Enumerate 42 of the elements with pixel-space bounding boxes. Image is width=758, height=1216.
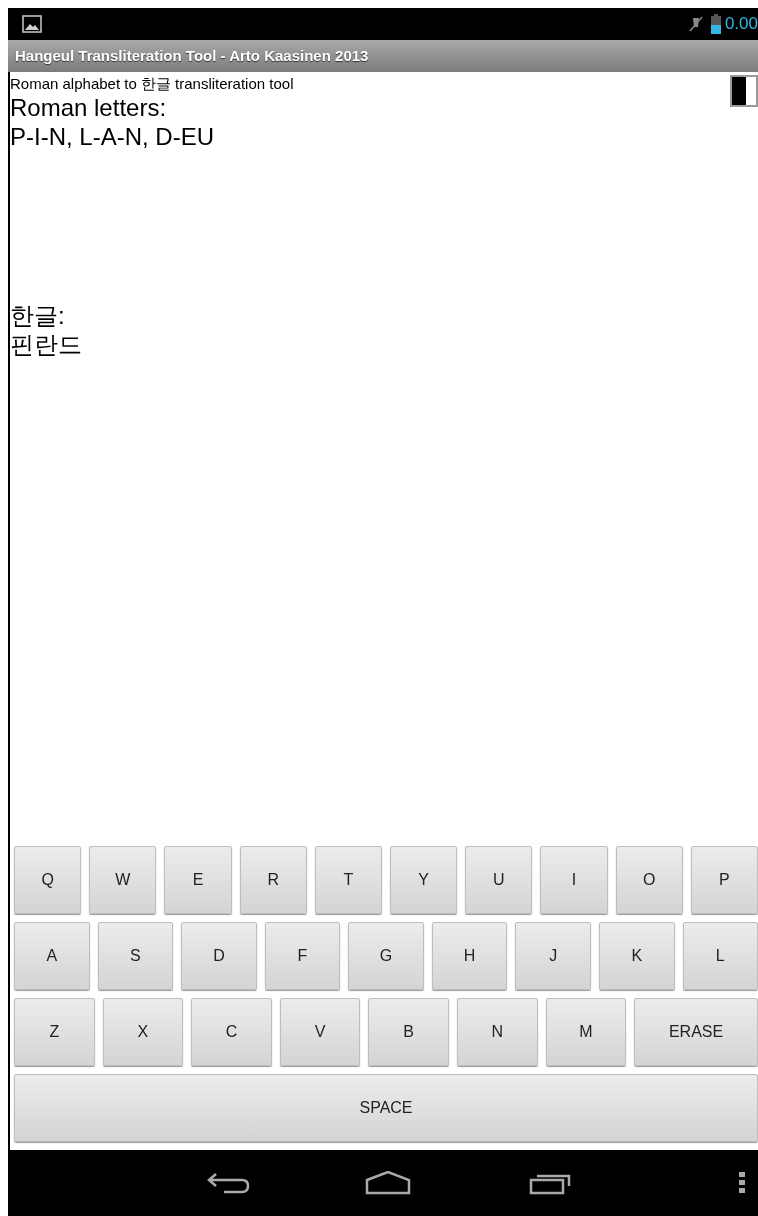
letter-key[interactable]: G <box>348 922 424 990</box>
letter-key[interactable]: R <box>239 846 307 914</box>
letter-key[interactable]: K <box>598 922 675 990</box>
letter-key[interactable]: P <box>690 846 758 914</box>
letter-key[interactable]: J <box>515 922 591 990</box>
letter-key[interactable]: S <box>97 922 174 990</box>
picture-icon <box>22 15 42 33</box>
letter-key[interactable]: N <box>456 998 538 1066</box>
letter-key[interactable]: Q <box>14 846 82 914</box>
mute-icon <box>688 15 703 33</box>
letter-key[interactable]: A <box>14 922 90 990</box>
overflow-menu-icon[interactable] <box>738 1171 746 1195</box>
letter-key[interactable]: X <box>102 998 184 1066</box>
window-title: Hangeul Transliteration Tool - Arto Kaasinen 2013 <box>15 45 369 66</box>
letter-key[interactable]: B <box>368 998 449 1066</box>
letter-key[interactable]: H <box>431 922 508 990</box>
letter-key[interactable]: Y <box>390 846 458 914</box>
letter-key[interactable]: I <box>540 846 608 914</box>
toggle-switch[interactable] <box>730 75 758 107</box>
letter-key[interactable]: M <box>545 998 627 1066</box>
letter-key[interactable]: O <box>615 846 683 914</box>
battery-icon <box>710 14 721 34</box>
home-icon[interactable] <box>365 1171 411 1195</box>
roman-letters-label: Roman letters: <box>10 93 168 122</box>
letter-key[interactable]: F <box>264 922 341 990</box>
battery-text: 0.00 <box>724 13 758 36</box>
letter-key[interactable]: Z <box>14 998 95 1066</box>
subtitle-text: Roman alphabet to 한글 transliteration tool <box>10 75 294 93</box>
space-key[interactable]: SPACE <box>14 1074 758 1142</box>
letter-key[interactable]: U <box>465 846 533 914</box>
hangul-value: 핀란드 <box>10 330 83 359</box>
roman-letters-value: P-I-N, L-A-N, D-EU <box>10 122 215 151</box>
erase-key[interactable]: ERASE <box>634 998 758 1066</box>
letter-key[interactable]: T <box>314 846 382 914</box>
letter-key[interactable]: C <box>191 998 272 1066</box>
letter-key[interactable]: W <box>89 846 157 914</box>
letter-key[interactable]: E <box>164 846 232 914</box>
letter-key[interactable]: L <box>682 922 758 990</box>
hangul-label: 한글: <box>10 301 66 330</box>
back-icon[interactable] <box>206 1171 250 1195</box>
letter-key[interactable]: V <box>279 998 361 1066</box>
letter-key[interactable]: D <box>181 922 257 990</box>
